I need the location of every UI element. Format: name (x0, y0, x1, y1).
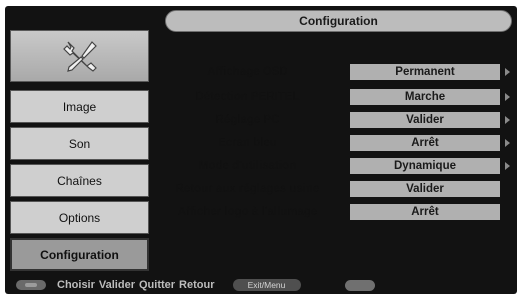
sidebar-item-label: Chaînes (57, 173, 102, 188)
sidebar-item-image[interactable]: Image (10, 90, 149, 123)
sidebar-item-label: Image (62, 99, 97, 114)
hint-quit: Quitter (138, 279, 176, 291)
setting-value[interactable]: Valider (350, 112, 500, 128)
setting-label: Afficher logo à l'allumage (177, 206, 318, 218)
navigation-button-icon (16, 280, 46, 290)
setting-label: Ecran bleu (218, 137, 277, 149)
chevron-right-icon[interactable] (505, 93, 510, 101)
chevron-right-icon[interactable] (505, 68, 510, 76)
sidebar-item-options[interactable]: Options (10, 201, 149, 234)
tools-icon (62, 41, 97, 72)
logo-tile (10, 30, 149, 82)
hint-validate: Valider (98, 279, 135, 291)
setting-value[interactable]: Arrêt (350, 204, 500, 220)
remote-key-icon (344, 279, 375, 291)
setting-row-pc[interactable]: Réglage PC Valider (155, 112, 512, 128)
setting-value[interactable]: Valider (350, 181, 500, 197)
hint-choose: Choisir (57, 279, 95, 291)
sidebar-item-configuration[interactable]: Configuration (10, 238, 149, 271)
page-title-text: Configuration (299, 14, 378, 28)
setting-row-mode[interactable]: Mode d'utilisation Dynamique (155, 158, 512, 174)
setting-row-peritel[interactable]: Détection PERITEL Marche (155, 89, 512, 105)
exit-menu-label: Exit/Menu (247, 280, 286, 290)
sidebar-item-label: Options (58, 210, 101, 225)
chevron-right-icon[interactable] (505, 162, 510, 170)
page-title: Configuration (165, 10, 512, 32)
setting-value[interactable]: Marche (350, 89, 500, 105)
settings-panel: Affichage OSD Permanent Détection PERITE… (155, 56, 512, 226)
sidebar: Image Son Chaînes Options Configuration (10, 30, 149, 271)
setting-label: Mode d'utilisation (198, 160, 297, 172)
setting-row-logo[interactable]: Afficher logo à l'allumage Arrêt (155, 204, 512, 220)
setting-value[interactable]: Arrêt (350, 135, 500, 151)
setting-row-ecran-bleu[interactable]: Ecran bleu Arrêt (155, 135, 512, 151)
setting-label: Réglage PC (215, 114, 280, 126)
sidebar-item-son[interactable]: Son (10, 127, 149, 160)
setting-row-reset[interactable]: Retour aux réglages usine Valider (155, 181, 512, 197)
setting-value[interactable]: Dynamique (350, 158, 500, 174)
chevron-right-icon[interactable] (505, 116, 510, 124)
sidebar-item-label: Configuration (40, 247, 119, 262)
setting-label: Affichage OSD (207, 66, 288, 78)
sidebar-item-label: Son (68, 136, 91, 151)
chevron-right-icon[interactable] (505, 139, 510, 147)
exit-menu-button[interactable]: Exit/Menu (232, 279, 301, 291)
setting-label: Retour aux réglages usine (175, 183, 320, 195)
setting-label: Détection PERITEL (195, 91, 300, 103)
sidebar-item-chaines[interactable]: Chaînes (10, 164, 149, 197)
setting-row-osd[interactable]: Affichage OSD Permanent (155, 64, 512, 80)
hint-back: Retour (179, 279, 215, 291)
footer-hints: Choisir Valider Quitter Retour Exit/Menu (5, 276, 517, 294)
setting-value[interactable]: Permanent (350, 64, 500, 80)
